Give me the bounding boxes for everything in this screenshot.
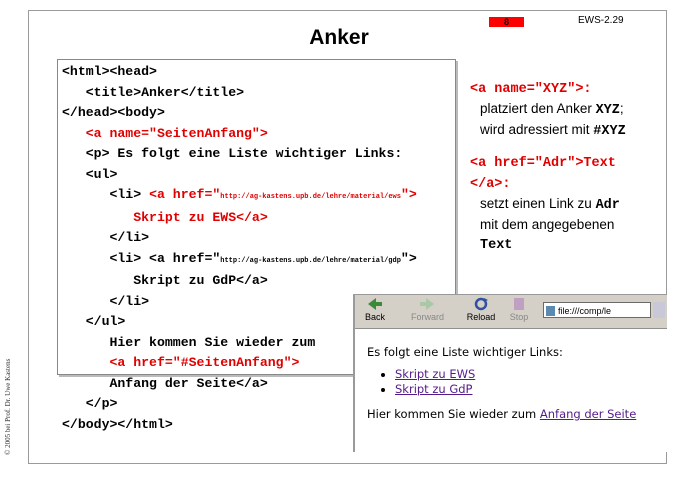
link-desc2: mit dem angegebenen xyxy=(480,217,615,232)
code-line-anchor: <a name="SeitenAnfang"> xyxy=(62,125,268,141)
code-line: <li> xyxy=(62,187,150,202)
code-line-anchor-link: <a href="#SeitenAnfang"> xyxy=(62,355,300,370)
code-href-end: "> xyxy=(400,187,417,202)
anchor-syntax: <a name="XYZ">: xyxy=(470,82,592,97)
back-button[interactable]: Back xyxy=(359,297,391,322)
explanation-panel: <a name="XYZ">: platziert den Anker XYZ;… xyxy=(470,78,660,255)
code-line: <html><head> xyxy=(62,64,157,79)
link-desc: setzt einen Link zu xyxy=(480,196,596,211)
list-item: Skript zu GdP xyxy=(395,382,667,397)
sidebar-toggle-icon[interactable] xyxy=(653,302,665,318)
stop-icon xyxy=(514,298,524,310)
code-url: http://ag-kastens.upb.de/lehre/material/… xyxy=(220,193,401,201)
reload-icon xyxy=(474,297,488,311)
code-line: </ul> xyxy=(62,314,126,329)
code-line: </li> xyxy=(62,230,150,245)
code-line: </body></html> xyxy=(62,416,173,432)
anchor-ref: #XYZ xyxy=(593,124,626,139)
code-line: <ul> xyxy=(62,166,118,182)
back-arrow-icon xyxy=(368,298,382,310)
link-adr: Adr xyxy=(595,198,620,213)
code-line: </p> xyxy=(62,396,118,411)
list-item: Skript zu EWS xyxy=(395,367,667,382)
code-line: </head><body> xyxy=(62,105,165,120)
forward-arrow-icon xyxy=(420,298,434,310)
address-bar[interactable]: file:///comp/le xyxy=(543,302,651,318)
link-list: Skript zu EWS Skript zu GdP xyxy=(367,367,667,397)
browser-content: Es folgt eine Liste wichtiger Links: Skr… xyxy=(367,345,667,421)
forward-button[interactable]: Forward xyxy=(411,297,444,322)
code-url: http://ag-kastens.upb.de/lehre/material/… xyxy=(220,256,401,265)
code-line: Skript zu GdP</a> xyxy=(62,273,268,288)
code-line: <p> Es folgt eine Liste wichtiger Links: xyxy=(62,146,403,161)
link-syntax-2: </a>: xyxy=(470,177,511,192)
code-line: Hier kommen Sie wieder zum xyxy=(62,334,316,350)
code-line: </li> xyxy=(62,293,150,309)
slide-id: EWS-2.29 xyxy=(578,15,624,26)
code-line: <title>Anker</title> xyxy=(62,84,245,100)
link-ews[interactable]: Skript zu EWS xyxy=(395,367,475,381)
code-line-link-text: Skript zu EWS</a> xyxy=(62,209,268,225)
anchor-desc: platziert den Anker xyxy=(480,101,596,116)
anchor-desc2: wird adressiert mit xyxy=(480,122,594,137)
reload-button[interactable]: Reload xyxy=(465,297,497,322)
link-text: Text xyxy=(480,238,513,253)
anchor-name: XYZ xyxy=(595,103,620,118)
stop-button[interactable]: Stop xyxy=(503,297,535,322)
browser-toolbar: Back Forward Reload Stop file:///comp/le xyxy=(355,295,667,329)
link-anchor-top[interactable]: Anfang der Seite xyxy=(540,407,636,421)
code-line: <li> <a href=" xyxy=(62,250,221,266)
intro-text: Es folgt eine Liste wichtiger Links: xyxy=(367,345,563,359)
link-gdp[interactable]: Skript zu GdP xyxy=(395,382,472,396)
browser-window: Back Forward Reload Stop file:///comp/le… xyxy=(353,294,667,452)
code-line: Anfang der Seite</a> xyxy=(62,375,268,391)
link-syntax-1: <a href="Adr">Text xyxy=(470,156,616,171)
page-icon xyxy=(546,306,555,316)
outro-text: Hier kommen Sie wieder zum Anfang der Se… xyxy=(367,407,637,421)
code-href-end: "> xyxy=(400,250,417,266)
slide-title: Anker xyxy=(309,26,369,49)
anchor-desc-end: ; xyxy=(619,101,624,116)
copyright-note: © 2005 bei Prof. Dr. Uwe Kastens xyxy=(4,358,12,455)
code-href: <a href=" xyxy=(149,187,221,202)
